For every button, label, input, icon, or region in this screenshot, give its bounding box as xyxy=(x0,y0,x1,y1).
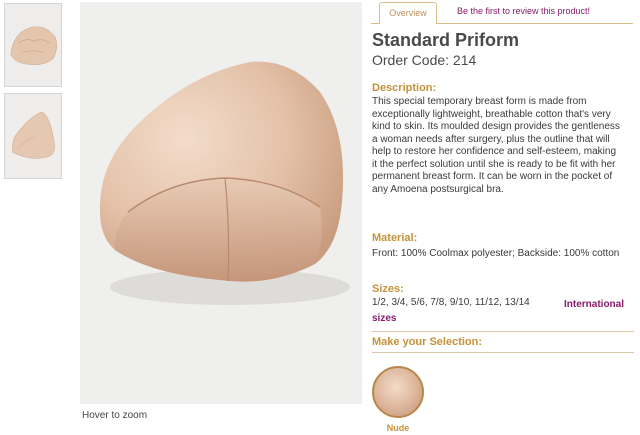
tab-overview[interactable]: Overview xyxy=(379,2,437,23)
selection-heading: Make your Selection: xyxy=(372,336,483,348)
product-title: Standard Priform xyxy=(372,30,520,50)
material-text: Front: 100% Coolmax polyester; Backside:… xyxy=(372,248,620,259)
sizes-heading: Sizes: xyxy=(372,283,404,295)
breast-form-image xyxy=(80,2,362,404)
thumbnail-2-image xyxy=(5,94,61,178)
description-heading: Description: xyxy=(372,82,437,94)
thumbnail-1-image xyxy=(5,4,61,86)
divider xyxy=(372,352,634,353)
color-swatch-nude[interactable] xyxy=(372,366,424,418)
description-text: This special temporary breast form is ma… xyxy=(372,96,620,195)
tab-review-link[interactable]: Be the first to review this product! xyxy=(457,6,590,16)
order-code: Order Code: 214 xyxy=(372,52,477,68)
thumbnail-1[interactable] xyxy=(4,3,62,87)
sizes-list: 1/2, 3/4, 5/6, 7/8, 9/10, 11/12, 13/14 xyxy=(372,297,530,308)
thumbnail-2[interactable] xyxy=(4,93,62,179)
divider xyxy=(372,331,634,332)
color-swatch-label: Nude xyxy=(386,423,410,433)
product-main-image[interactable] xyxy=(80,2,362,404)
international-sizes-link-line1[interactable]: International xyxy=(564,297,624,312)
material-heading: Material: xyxy=(372,232,418,244)
tab-gap xyxy=(380,23,436,24)
hover-to-zoom-text: Hover to zoom xyxy=(82,410,148,421)
product-tabs: Overview Be the first to review this pro… xyxy=(371,2,633,24)
international-sizes-link-line2[interactable]: sizes xyxy=(372,311,396,326)
